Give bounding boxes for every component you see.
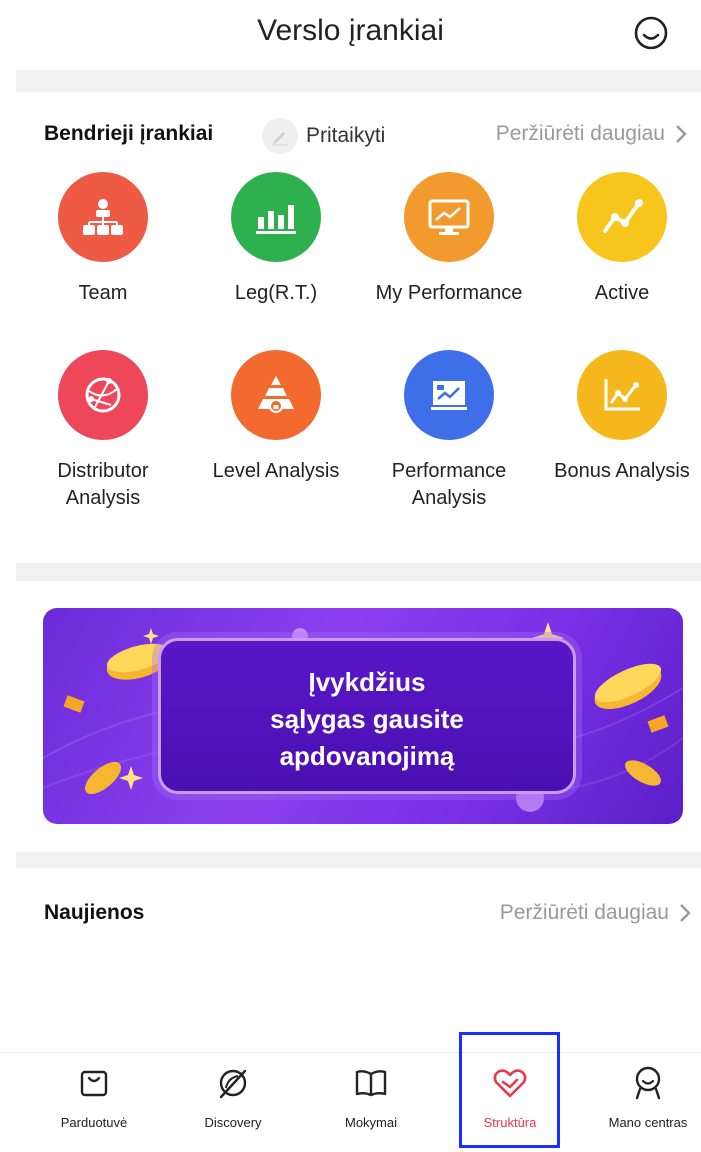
tool-leg-rt[interactable]: Leg(R.T.) [201,172,351,307]
see-more-label: Peržiūrėti daugiau [499,901,669,924]
tool-label: Level Analysis [212,460,340,482]
team-hierarchy-icon [58,172,148,262]
chevron-right-icon [676,125,687,143]
pyramid-lock-icon [231,350,321,440]
tool-active[interactable]: Active [547,172,697,307]
tool-level-analysis[interactable]: Level Analysis [201,350,351,485]
tab-discovery[interactable]: Discovery [173,1053,293,1152]
tool-label: Bonus Analysis [554,460,690,482]
tab-mokymai[interactable]: Mokymai [311,1053,431,1152]
banner-text: Įvykdžius sąlygas gausite apdovanojimą [270,667,464,771]
tool-my-performance[interactable]: My Performance [374,172,524,307]
see-more-news-link[interactable]: Peržiūrėti daugiau [500,901,691,925]
tab-mano-centras[interactable]: Mano centras [588,1053,701,1152]
page-title: Verslo įrankiai [257,14,444,47]
tool-label: Leg(R.T.) [234,282,318,304]
discovery-leaf-icon [173,1063,293,1103]
shopping-bag-icon [34,1063,154,1103]
presentation-chart-icon [404,350,494,440]
see-more-label: Peržiūrėti daugiau [495,122,665,145]
tab-label: Mokymai [344,1115,397,1130]
tab-label: Mano centras [608,1115,688,1130]
tool-label: My Performance [375,282,523,304]
profile-icon [588,1063,701,1103]
tool-label: Performance Analysis [391,460,507,509]
top-bar: Verslo įrankiai [0,0,701,68]
book-icon [311,1063,431,1103]
bottom-tab-bar: Parduotuvė Discovery Mokymai Struktūra M… [0,1052,701,1152]
bar-chart-icon [231,172,321,262]
tool-bonus-analysis[interactable]: Bonus Analysis [547,350,697,485]
tool-team[interactable]: Team [28,172,178,307]
tool-label: Active [594,282,650,304]
chat-smile-icon[interactable] [632,14,670,52]
tab-parduotuve[interactable]: Parduotuvė [34,1053,154,1152]
promo-banner[interactable]: Įvykdžius sąlygas gausite apdovanojimą [43,608,683,824]
customize-label: Pritaikyti [306,124,386,147]
section-divider [16,70,701,92]
tab-label: Parduotuvė [60,1115,128,1130]
chevron-right-icon [680,904,691,922]
tab-label: Discovery [204,1115,262,1130]
monitor-chart-icon [404,172,494,262]
bonus-chart-icon [577,350,667,440]
section-title: Bendrieji įrankiai [44,122,214,145]
news-section-title: Naujienos [44,901,145,924]
tool-performance-analysis[interactable]: Performance Analysis [374,350,524,512]
tool-label: Team [78,282,128,304]
section-divider [16,563,701,581]
tool-distributor-analysis[interactable]: Distributor Analysis [28,350,178,512]
tool-label: Distributor Analysis [57,460,149,509]
edit-pencil-icon [262,118,298,154]
section-divider [16,852,701,868]
see-more-tools-link[interactable]: Peržiūrėti daugiau [496,122,687,146]
selection-highlight [459,1032,560,1148]
tools-section-header: Bendrieji įrankiai Pritaikyti Peržiūrėti… [0,116,701,156]
line-trend-icon [577,172,667,262]
customize-button[interactable]: Pritaikyti [262,116,385,156]
globe-network-icon [58,350,148,440]
